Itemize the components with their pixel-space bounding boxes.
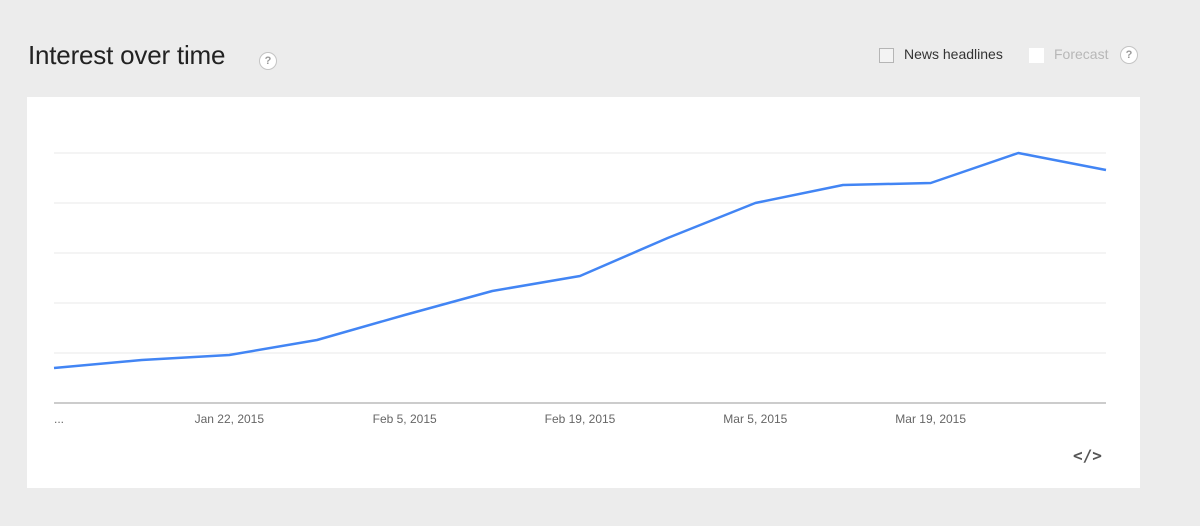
chart-card: ... Jan 22, 2015 Feb 5, 2015 Feb 19, 2015 Ma… [27, 97, 1140, 488]
data-point[interactable] [1102, 166, 1110, 174]
data-point[interactable] [1014, 149, 1022, 157]
data-point[interactable] [576, 272, 584, 280]
data-point[interactable] [401, 311, 409, 319]
news-headlines-label[interactable]: News headlines [904, 46, 1003, 62]
data-point[interactable] [50, 364, 58, 372]
embed-code-icon[interactable]: </> [1073, 447, 1102, 465]
gridlines [54, 152, 1106, 354]
data-point[interactable] [313, 336, 321, 344]
forecast-help-icon[interactable]: ? [1120, 46, 1138, 64]
help-icon[interactable]: ? [259, 52, 277, 70]
x-tick-label: Mar 19, 2015 [895, 412, 966, 426]
trends-page: Interest over time ? News headlines Fore… [0, 0, 1200, 526]
data-point[interactable] [927, 179, 935, 187]
data-point[interactable] [839, 181, 847, 189]
x-tick-label: Jan 22, 2015 [195, 412, 265, 426]
data-point[interactable] [751, 199, 759, 207]
series-group [50, 149, 1110, 372]
x-tick-label: ... [54, 412, 64, 426]
interest-line-chart: ... Jan 22, 2015 Feb 5, 2015 Feb 19, 2015 Ma… [50, 149, 1110, 426]
data-point[interactable] [138, 356, 146, 364]
x-tick-label: Feb 19, 2015 [545, 412, 616, 426]
data-point[interactable] [664, 234, 672, 242]
series-line [53, 151, 1107, 370]
forecast-checkbox[interactable] [1029, 48, 1044, 63]
news-headlines-checkbox[interactable] [879, 48, 894, 63]
x-tick-labels: ... Jan 22, 2015 Feb 5, 2015 Feb 19, 2015 Ma… [54, 412, 966, 426]
x-tick-label: Mar 5, 2015 [723, 412, 787, 426]
data-point[interactable] [488, 287, 496, 295]
chart-title: Interest over time [28, 40, 226, 70]
x-tick-label: Feb 5, 2015 [373, 412, 437, 426]
forecast-label[interactable]: Forecast [1054, 46, 1108, 62]
data-point[interactable] [225, 351, 233, 359]
